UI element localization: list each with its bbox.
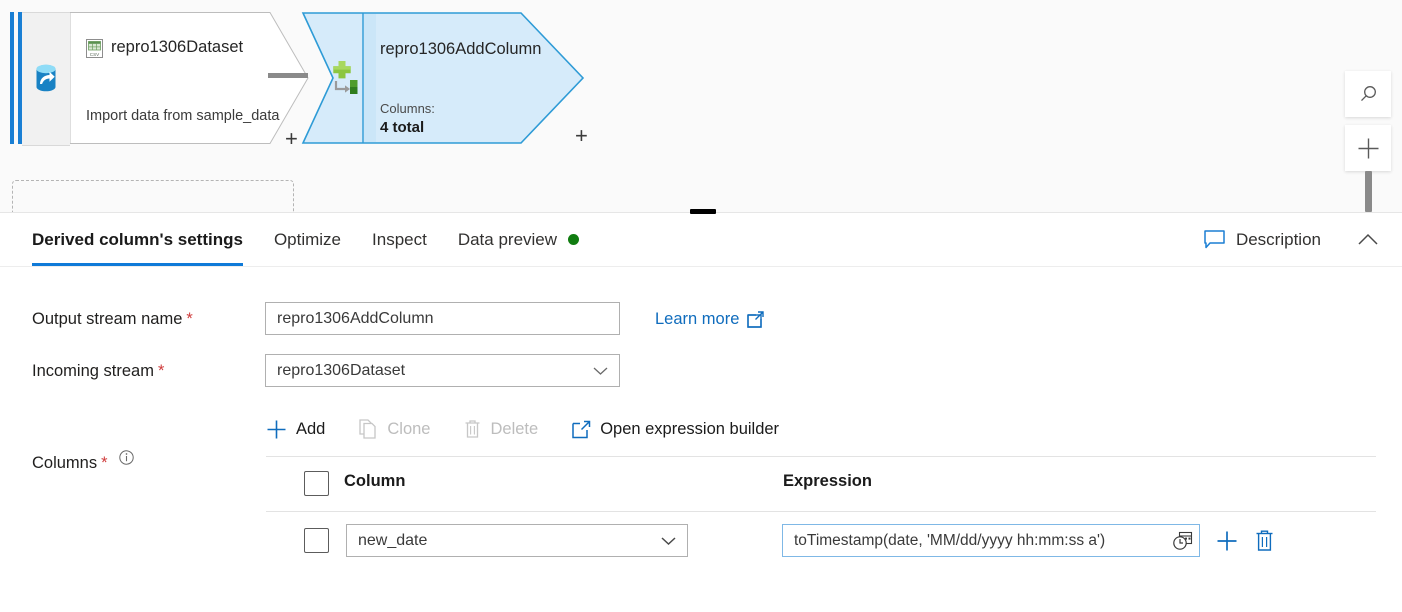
- dataset-source-icon: [36, 64, 56, 92]
- label-text: Columns: [32, 454, 98, 472]
- derived-node-meta-value: 4 total: [380, 119, 425, 136]
- copy-icon: [359, 419, 378, 439]
- incoming-stream-value: repro1306Dataset: [277, 361, 406, 379]
- data-flow-canvas[interactable]: CSV repro1306Dataset Import data from sa…: [0, 0, 1402, 212]
- plus-icon: [266, 419, 287, 440]
- canvas-vertical-scrollbar[interactable]: [1365, 171, 1372, 212]
- dataflow-node-source[interactable]: CSV repro1306Dataset Import data from sa…: [0, 12, 310, 150]
- tab-data-preview[interactable]: Data preview: [457, 213, 580, 266]
- canvas-search-button[interactable]: [1345, 71, 1391, 117]
- select-all-checkbox[interactable]: [304, 471, 329, 496]
- info-icon[interactable]: [119, 450, 134, 465]
- row-add-button[interactable]: [1216, 530, 1238, 552]
- learn-more-link[interactable]: Learn more: [655, 310, 765, 329]
- tab-label: Optimize: [273, 229, 342, 249]
- row-delete-button[interactable]: [1254, 529, 1274, 552]
- delete-label: Delete: [490, 419, 539, 438]
- open-expression-builder-label: Open expression builder: [600, 419, 780, 438]
- comment-icon: [1204, 230, 1225, 249]
- label-text: Incoming stream: [32, 362, 154, 380]
- incoming-stream-select[interactable]: repro1306Dataset: [265, 354, 620, 387]
- derived-node-add-handle[interactable]: +: [575, 125, 588, 147]
- expression-value: toTimestamp(date, 'MM/dd/yyyy hh:mm:ss a…: [794, 531, 1106, 549]
- derived-column-icon: [333, 61, 358, 94]
- add-column-button[interactable]: Add: [266, 419, 325, 440]
- panel-collapse-button[interactable]: [1352, 227, 1384, 252]
- tab-label: Data preview: [457, 229, 558, 249]
- tab-optimize[interactable]: Optimize: [274, 213, 341, 266]
- incoming-stream-label: Incoming stream *: [32, 362, 164, 381]
- columns-label: Columns *: [32, 450, 134, 473]
- tab-inspect[interactable]: Inspect: [372, 213, 427, 266]
- external-link-icon: [572, 420, 591, 439]
- svg-text:CSV: CSV: [90, 52, 100, 57]
- required-marker: *: [101, 454, 108, 472]
- datetime-picker-icon[interactable]: [1172, 531, 1193, 551]
- open-expression-builder-button[interactable]: Open expression builder: [572, 420, 779, 439]
- source-node-add-handle[interactable]: +: [285, 128, 298, 150]
- output-stream-name-input[interactable]: [265, 302, 620, 335]
- tab-label: Derived column's settings: [32, 229, 243, 249]
- output-stream-name-label: Output stream name *: [32, 310, 193, 329]
- settings-panel: Derived column's settings Optimize Inspe…: [0, 209, 1402, 612]
- column-name-select[interactable]: new_date: [346, 524, 688, 557]
- description-button[interactable]: Description: [1198, 226, 1327, 254]
- source-node-title: repro1306Dataset: [111, 38, 244, 56]
- description-label: Description: [1235, 229, 1321, 249]
- canvas-drop-placeholder: [12, 180, 294, 212]
- canvas-zoom-in-button[interactable]: [1345, 125, 1391, 171]
- derived-column-settings-form: Output stream name* Learn more Incoming …: [0, 266, 1402, 612]
- tab-derived-columns-settings[interactable]: Derived column's settings: [32, 213, 243, 266]
- columns-command-bar: Add Clone Delete Open expression builder: [266, 411, 813, 447]
- chevron-down-icon: [661, 536, 676, 546]
- search-icon: [1360, 85, 1376, 101]
- columns-table-header: Column Expression: [266, 456, 1376, 512]
- dataflow-node-derived-column[interactable]: repro1306AddColumn Columns: 4 total +: [301, 12, 591, 147]
- plus-icon: [1217, 531, 1237, 551]
- panel-tabs: Derived column's settings Optimize Inspe…: [32, 213, 610, 266]
- plus-icon: [1358, 138, 1378, 158]
- source-node-subtitle: Import data from sample_data: [86, 108, 280, 124]
- chevron-up-icon: [1358, 233, 1378, 245]
- column-name-value: new_date: [358, 531, 428, 549]
- data-preview-status-dot: [568, 234, 580, 245]
- chevron-down-icon: [593, 366, 608, 376]
- column-header-column: Column: [344, 472, 406, 490]
- table-row: new_date toTimestamp(date, 'MM/dd/yyyy h…: [266, 512, 1376, 570]
- clone-label: Clone: [387, 419, 431, 438]
- required-marker: *: [157, 362, 165, 380]
- derived-node-title: repro1306AddColumn: [380, 40, 542, 58]
- external-link-icon: [747, 311, 765, 328]
- trash-icon: [1256, 530, 1272, 551]
- tab-label: Inspect: [372, 229, 427, 249]
- clone-column-button: Clone: [359, 419, 430, 439]
- node-accent-bar-outer: [10, 12, 14, 144]
- node-icon-pane: [22, 12, 70, 146]
- delete-column-button: Delete: [464, 419, 538, 439]
- panel-header-actions: Description: [1198, 213, 1384, 266]
- data-flow-editor: CSV repro1306Dataset Import data from sa…: [0, 0, 1402, 612]
- label-text: Output stream name: [32, 310, 183, 328]
- learn-more-label: Learn more: [655, 310, 740, 328]
- derived-node-meta-label: Columns:: [380, 101, 435, 116]
- required-marker: *: [186, 310, 193, 328]
- node-body: CSV repro1306Dataset Import data from sa…: [70, 12, 310, 144]
- csv-file-icon: CSV: [86, 39, 103, 58]
- panel-tab-bar: Derived column's settings Optimize Inspe…: [0, 213, 1402, 267]
- row-select-checkbox[interactable]: [304, 528, 329, 553]
- trash-icon: [464, 419, 481, 439]
- column-header-expression: Expression: [783, 472, 872, 490]
- add-label: Add: [296, 419, 326, 438]
- columns-table: Column Expression new_date toTimestamp(d…: [266, 456, 1376, 570]
- expression-input[interactable]: toTimestamp(date, 'MM/dd/yyyy hh:mm:ss a…: [782, 524, 1200, 557]
